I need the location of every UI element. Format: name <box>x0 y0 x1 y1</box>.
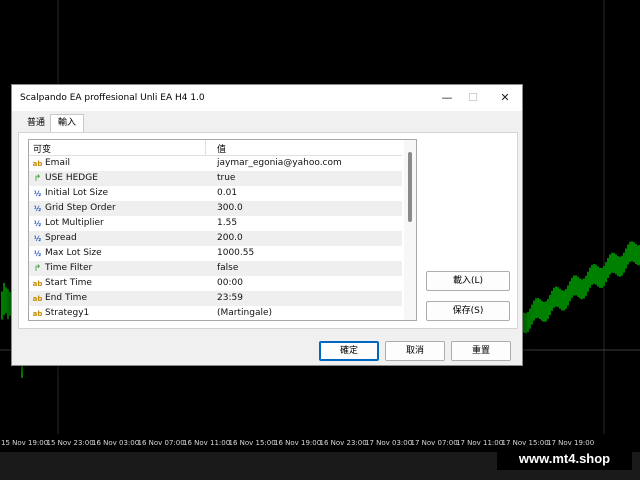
input-value[interactable]: 1000.55 <box>217 248 254 258</box>
time-tick-label: 15 Nov 23:00 <box>46 439 94 447</box>
input-name: End Time <box>45 293 87 303</box>
cancel-button[interactable]: 取消 <box>385 341 445 361</box>
time-tick-label: 16 Nov 19:00 <box>274 439 322 447</box>
header-value: 值 <box>217 145 227 155</box>
input-value[interactable]: jaymar_egonia@yahoo.com <box>217 158 342 168</box>
input-name: Email <box>45 158 70 168</box>
input-row[interactable]: ½ Initial Lot Size 0.01 <box>29 186 402 201</box>
input-row[interactable]: ab End Time 23:59 <box>29 291 402 306</box>
grid-scrollbar[interactable] <box>404 140 416 320</box>
input-value[interactable]: (Martingale) <box>217 308 272 318</box>
input-row[interactable]: ab Start Time 00:00 <box>29 276 402 291</box>
ok-button[interactable]: 確定 <box>319 341 379 361</box>
input-value[interactable]: 00:00 <box>217 278 243 288</box>
input-row[interactable]: ½ Lot Multiplier 1.55 <box>29 216 402 231</box>
input-value[interactable]: true <box>217 173 235 183</box>
input-name: Grid Step Order <box>45 203 116 213</box>
input-name: Strategy1 <box>45 308 90 318</box>
close-icon[interactable]: ✕ <box>492 89 518 107</box>
time-tick-label: 16 Nov 23:00 <box>319 439 367 447</box>
bool-param-icon: ↱ <box>33 264 42 274</box>
scrollbar-thumb[interactable] <box>408 152 412 222</box>
load-button[interactable]: 載入(L) <box>426 271 510 291</box>
time-tick-label: 16 Nov 03:00 <box>92 439 140 447</box>
input-row[interactable]: ab Email jaymar_egonia@yahoo.com <box>29 156 402 171</box>
string-param-icon: ab <box>32 160 43 168</box>
input-value[interactable]: 23:59 <box>217 293 243 303</box>
inputs-panel: 可变 值 ab Email jaymar_egonia@yahoo.com ↱ USE … <box>18 132 518 329</box>
input-value[interactable]: 200.0 <box>217 233 243 243</box>
input-name: Spread <box>45 233 77 243</box>
watermark-label: www.mt4.shop <box>497 446 632 470</box>
input-row[interactable]: ½ Spread 200.0 <box>29 231 402 246</box>
time-tick-label: 16 Nov 11:00 <box>183 439 231 447</box>
input-row[interactable]: ½ Grid Step Order 300.0 <box>29 201 402 216</box>
time-tick-label: 16 Nov 15:00 <box>228 439 276 447</box>
input-value[interactable]: 300.0 <box>217 203 243 213</box>
minimize-icon[interactable]: — <box>434 89 460 107</box>
string-param-icon: ab <box>32 295 43 303</box>
number-param-icon: ½ <box>33 205 42 213</box>
dialog-title: Scalpando EA proffesional Unli EA H4 1.0 <box>20 93 205 103</box>
input-name: USE HEDGE <box>45 173 98 183</box>
time-tick-label: 17 Nov 07:00 <box>410 439 458 447</box>
string-param-icon: ab <box>32 310 43 318</box>
bool-param-icon: ↱ <box>33 174 42 184</box>
time-tick-label: 15 Nov 19:00 <box>1 439 49 447</box>
dialog-titlebar[interactable]: Scalpando EA proffesional Unli EA H4 1.0… <box>12 85 522 111</box>
input-value[interactable]: 0.01 <box>217 188 237 198</box>
tab-common[interactable]: 普通 <box>20 115 52 131</box>
input-name: Time Filter <box>45 263 93 273</box>
time-tick-label: 17 Nov 03:00 <box>365 439 413 447</box>
number-param-icon: ½ <box>33 190 42 198</box>
input-name: Initial Lot Size <box>45 188 108 198</box>
input-name: Lot Multiplier <box>45 218 104 228</box>
input-value[interactable]: false <box>217 263 238 273</box>
input-row[interactable]: ab Strategy1 (Martingale) <box>29 306 402 320</box>
input-row[interactable]: ½ Max Lot Size 1000.55 <box>29 246 402 261</box>
input-name: Start Time <box>45 278 92 288</box>
header-variable: 可变 <box>33 145 52 155</box>
input-row[interactable]: ↱ USE HEDGE true <box>29 171 402 186</box>
inputs-grid: 可变 值 ab Email jaymar_egonia@yahoo.com ↱ USE … <box>28 139 417 321</box>
number-param-icon: ½ <box>33 220 42 228</box>
number-param-icon: ½ <box>33 250 42 258</box>
maximize-icon: ☐ <box>468 91 478 104</box>
grid-header: 可变 值 <box>29 140 402 156</box>
input-row[interactable]: ↱ Time Filter false <box>29 261 402 276</box>
ea-properties-dialog: Scalpando EA proffesional Unli EA H4 1.0… <box>11 84 523 366</box>
number-param-icon: ½ <box>33 235 42 243</box>
string-param-icon: ab <box>32 280 43 288</box>
input-value[interactable]: 1.55 <box>217 218 237 228</box>
input-name: Max Lot Size <box>45 248 102 258</box>
reset-button[interactable]: 重置 <box>451 341 511 361</box>
tab-inputs[interactable]: 輸入 <box>50 114 85 133</box>
time-tick-label: 16 Nov 07:00 <box>137 439 185 447</box>
save-button[interactable]: 保存(S) <box>426 301 510 321</box>
